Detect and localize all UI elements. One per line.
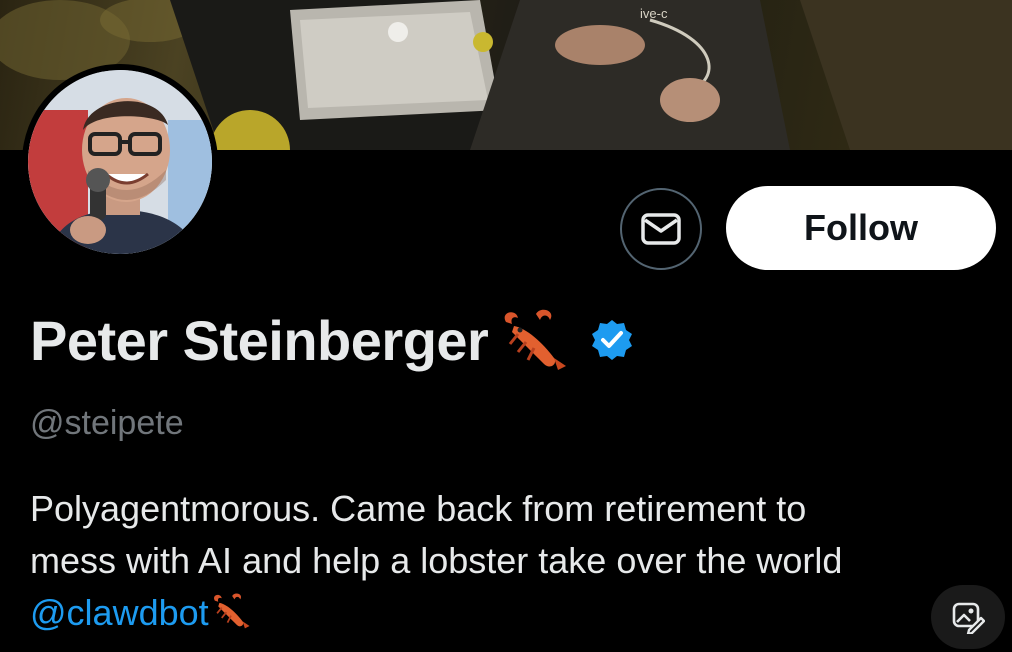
avatar[interactable] bbox=[22, 64, 218, 260]
display-name: Peter Steinberger bbox=[30, 308, 489, 372]
profile-bio: Polyagentmorous. Came back from retireme… bbox=[30, 483, 990, 639]
avatar-photo bbox=[28, 70, 212, 254]
envelope-icon bbox=[641, 213, 681, 245]
follow-button[interactable]: Follow bbox=[726, 186, 996, 270]
bio-line-3: @clawdbot bbox=[30, 587, 990, 639]
bio-line-1: Polyagentmorous. Came back from retireme… bbox=[30, 488, 807, 529]
bio-mention-link[interactable]: @clawdbot bbox=[30, 592, 209, 633]
user-handle: @steipete bbox=[30, 404, 184, 442]
image-edit-button[interactable] bbox=[931, 585, 1005, 649]
name-row: Peter Steinberger bbox=[30, 300, 634, 380]
image-edit-icon bbox=[952, 602, 985, 634]
lobster-icon bbox=[505, 309, 567, 370]
verified-badge-icon[interactable] bbox=[590, 318, 634, 362]
banner-shirt-text: ive-c bbox=[640, 6, 668, 21]
message-button[interactable] bbox=[620, 188, 702, 270]
lobster-icon bbox=[213, 593, 250, 629]
bio-line-2: mess with AI and help a lobster take ove… bbox=[30, 540, 843, 581]
